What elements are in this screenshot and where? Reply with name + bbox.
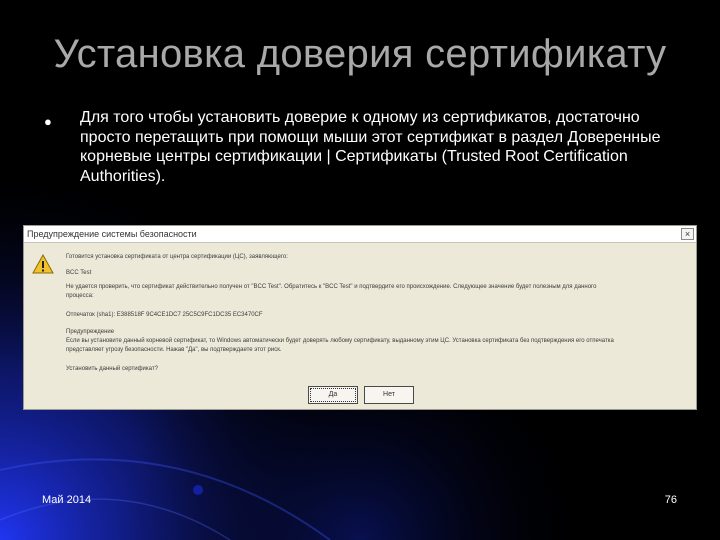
dialog-message-line: Если вы установите данный корневой серти… [66, 338, 614, 344]
close-button[interactable]: × [681, 228, 694, 240]
warning-icon [32, 254, 54, 274]
footer-date: Май 2014 [42, 494, 92, 506]
security-warning-dialog: Предупреждение системы безопасности × Го… [23, 225, 697, 410]
no-button[interactable]: Нет [364, 386, 414, 404]
dialog-message-line: процесса: [66, 293, 94, 299]
yes-button[interactable]: Да [308, 386, 358, 404]
dialog-warning-heading: Предупреждение [66, 329, 115, 335]
dialog-thumbprint: Отпечаток (sha1): E388518F 9C4CE1DC7 25C… [66, 312, 263, 318]
bullet-icon: ● [44, 114, 52, 129]
dialog-title: Предупреждение системы безопасности [27, 229, 197, 239]
dialog-message-line: Готовится установка сертификата от центр… [66, 254, 288, 260]
dialog-question: Установить данный сертификат? [66, 366, 158, 372]
page-number: 76 [664, 494, 677, 506]
dialog-titlebar: Предупреждение системы безопасности × [24, 226, 696, 243]
bullet-text: Для того чтобы установить доверие к одно… [80, 109, 661, 185]
dialog-message-line: представляет угрозу безопасности. Нажав … [66, 347, 282, 353]
slide-title: Установка доверия сертификату [53, 32, 667, 76]
dialog-issuer: BCC Test [66, 270, 92, 276]
dialog-message-line: Не удается проверить, что сертификат дей… [66, 284, 597, 290]
slide: Установка доверия сертификату ● Для того… [0, 0, 720, 540]
